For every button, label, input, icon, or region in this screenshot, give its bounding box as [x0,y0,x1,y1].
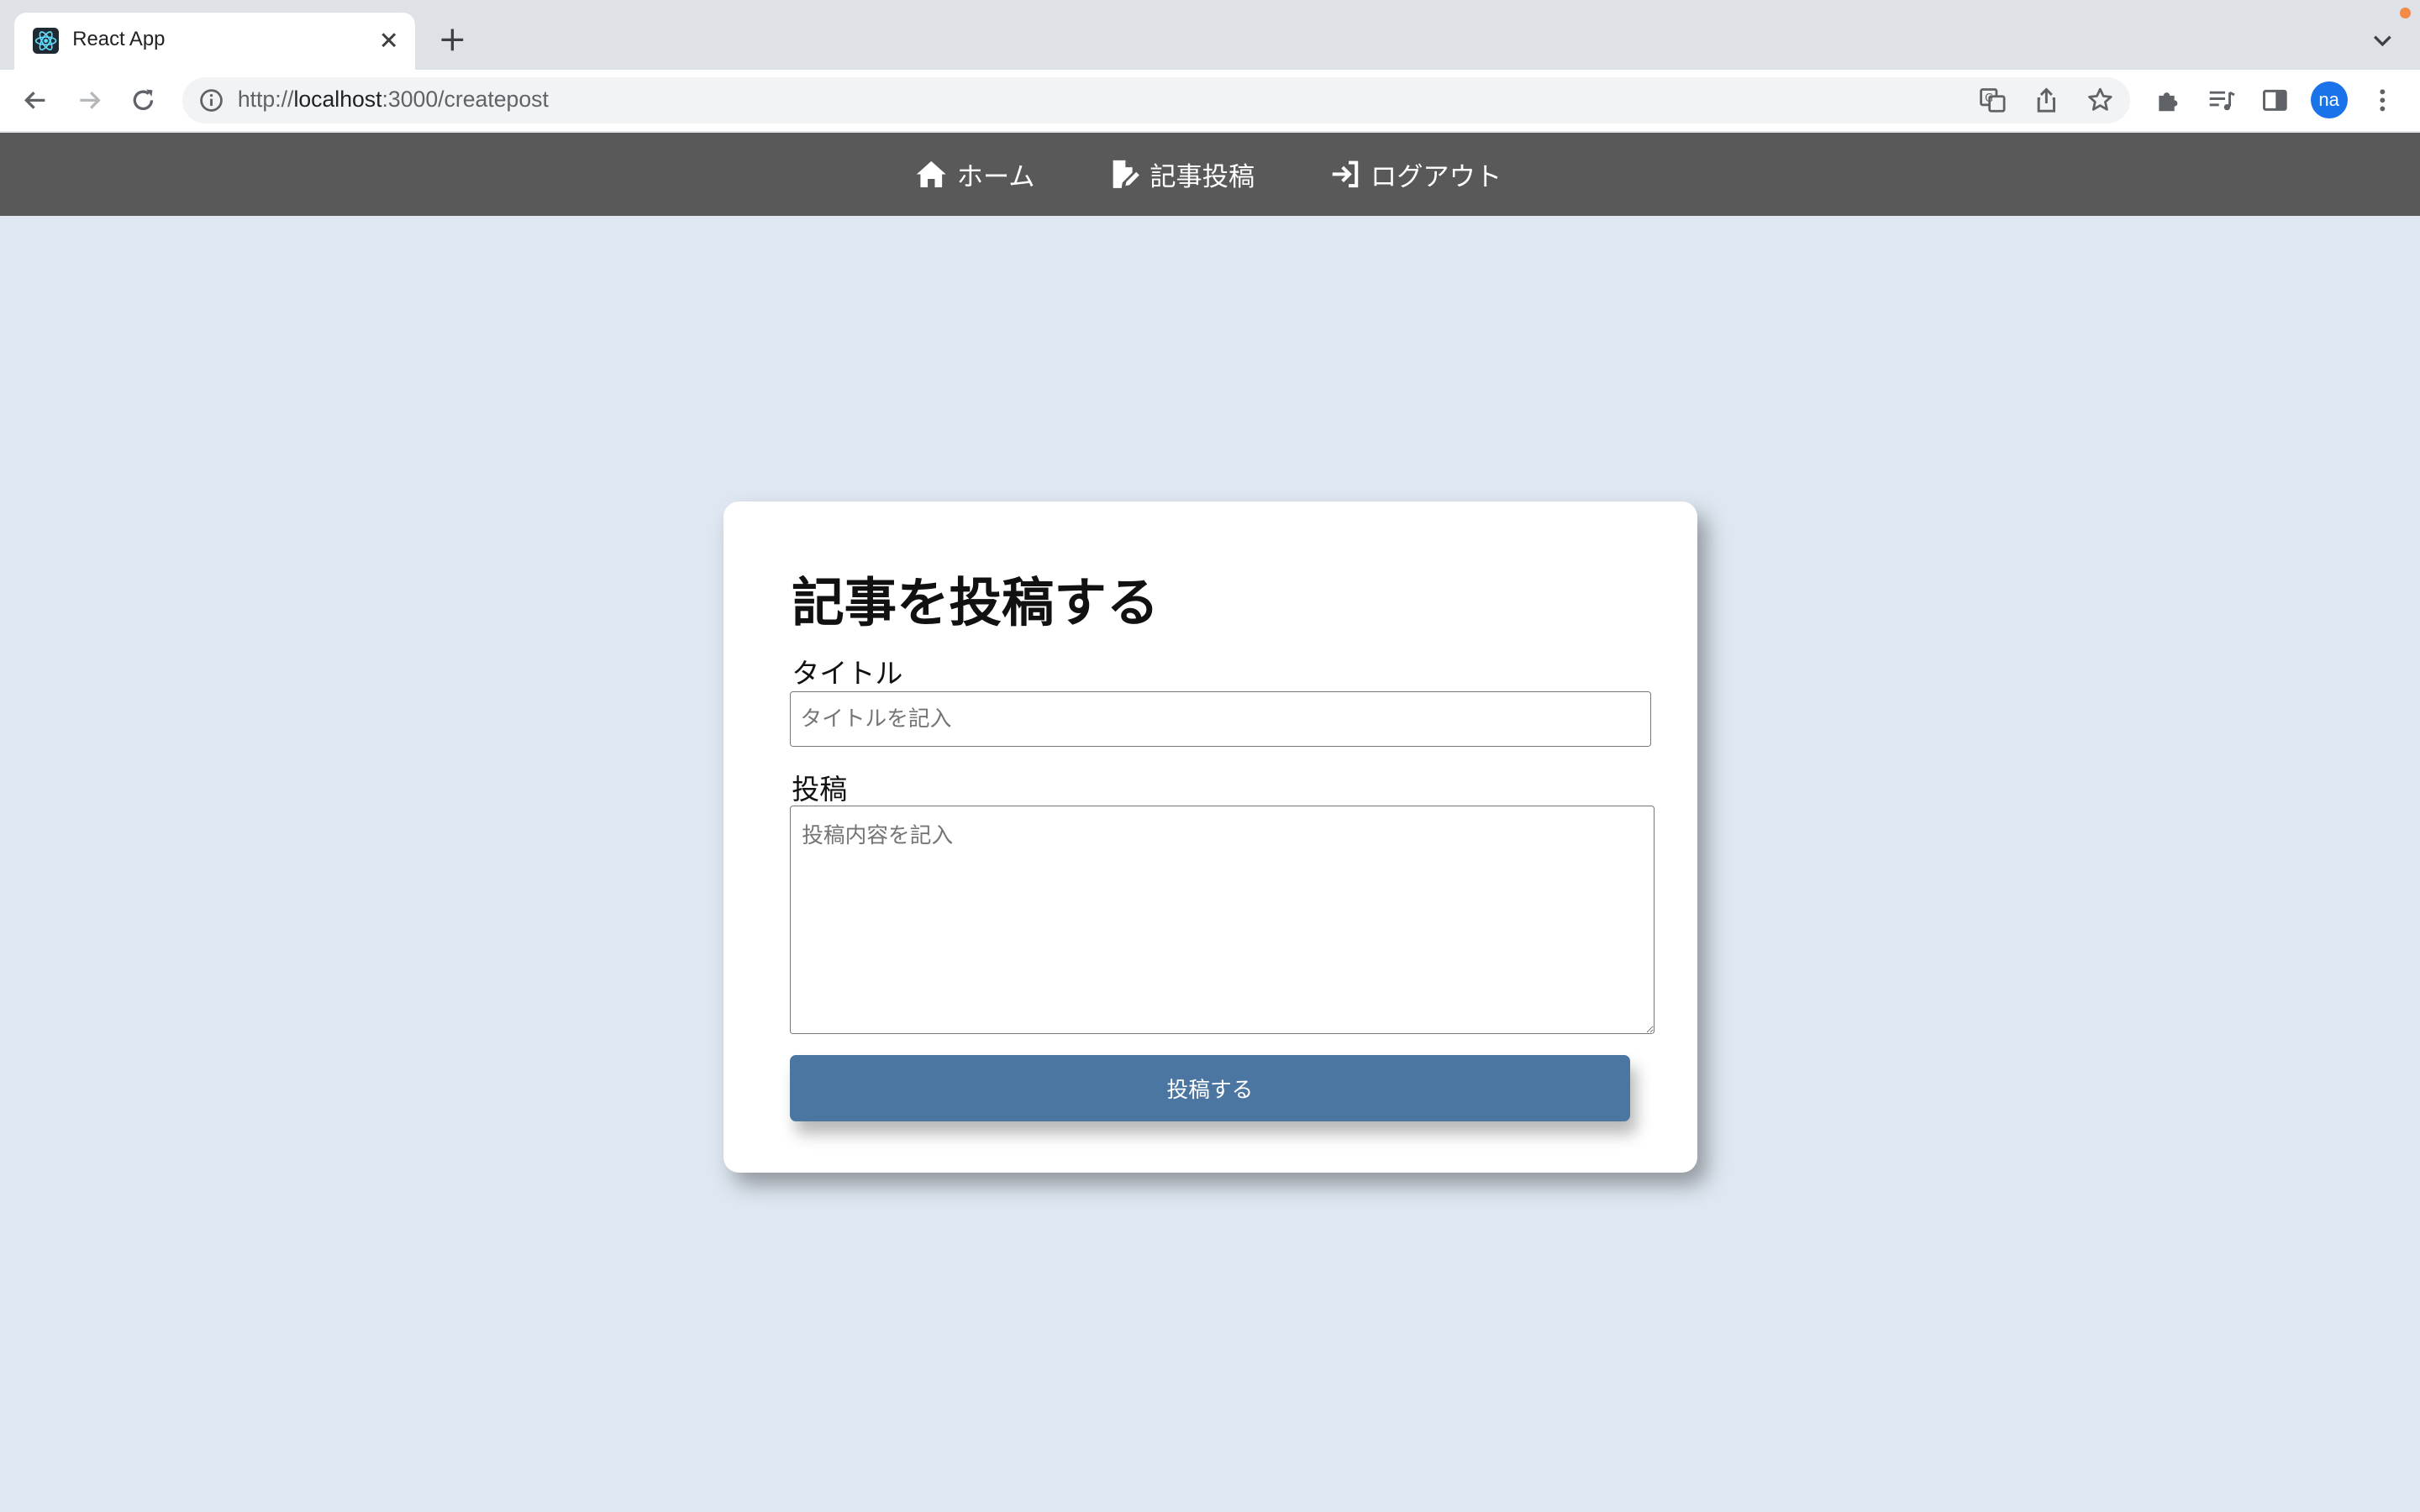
share-icon[interactable] [2031,85,2062,116]
page-title: 記事を投稿する [792,571,1160,633]
title-label: タイトル [792,657,903,690]
plus-icon[interactable] [437,24,468,55]
forward-arrow-icon[interactable] [74,85,105,116]
react-favicon-icon [32,28,59,55]
svg-text:G: G [1985,92,1993,105]
nav-home[interactable]: ホーム [915,133,1034,216]
url-text: http://localhost:3000/createpost [238,87,549,113]
app-navbar: ホーム 記事投稿 ログアウト [0,132,2420,217]
puzzle-icon[interactable] [2153,85,2184,116]
post-textarea[interactable] [790,805,1655,1034]
tab-title: React App [72,28,166,51]
media-queue-icon[interactable] [2207,85,2238,116]
browser-tab-bar: React App [0,0,2420,70]
translate-icon[interactable]: G [1977,85,2008,116]
url-scheme: http:// [237,86,294,112]
kebab-menu-icon[interactable] [2367,85,2398,116]
title-input[interactable] [790,690,1652,748]
url-path: :3000/createpost [381,86,549,112]
profile-avatar[interactable]: na [2310,81,2348,119]
chevron-down-icon[interactable] [2367,24,2398,55]
home-icon [916,160,946,188]
browser-tab[interactable]: React App [13,12,416,70]
star-icon[interactable] [2085,85,2116,116]
browser-toolbar: http://localhost:3000/createpost G na [0,69,2420,133]
info-icon[interactable] [197,87,225,114]
submit-post-button[interactable]: 投稿する [790,1055,1630,1122]
notification-dot [2400,8,2411,19]
create-post-card: 記事を投稿する タイトル 投稿 投稿する [723,501,1698,1173]
address-bar[interactable]: http://localhost:3000/createpost G [182,76,2130,123]
post-label: 投稿 [792,772,848,806]
file-pen-icon [1113,160,1139,189]
nav-create-post[interactable]: 記事投稿 [1110,133,1255,216]
url-host: localhost [293,86,382,112]
sign-in-arrow-icon [1332,160,1359,188]
close-icon[interactable] [376,28,401,52]
nav-home-label: ホーム [956,162,1035,193]
nav-logout-label: ログアウト [1370,162,1502,193]
nav-create-post-label: 記事投稿 [1150,162,1255,193]
side-panel-icon[interactable] [2260,85,2291,116]
reload-icon[interactable] [128,85,159,116]
back-arrow-icon[interactable] [20,85,51,116]
nav-logout[interactable]: ログアウト [1330,133,1502,216]
